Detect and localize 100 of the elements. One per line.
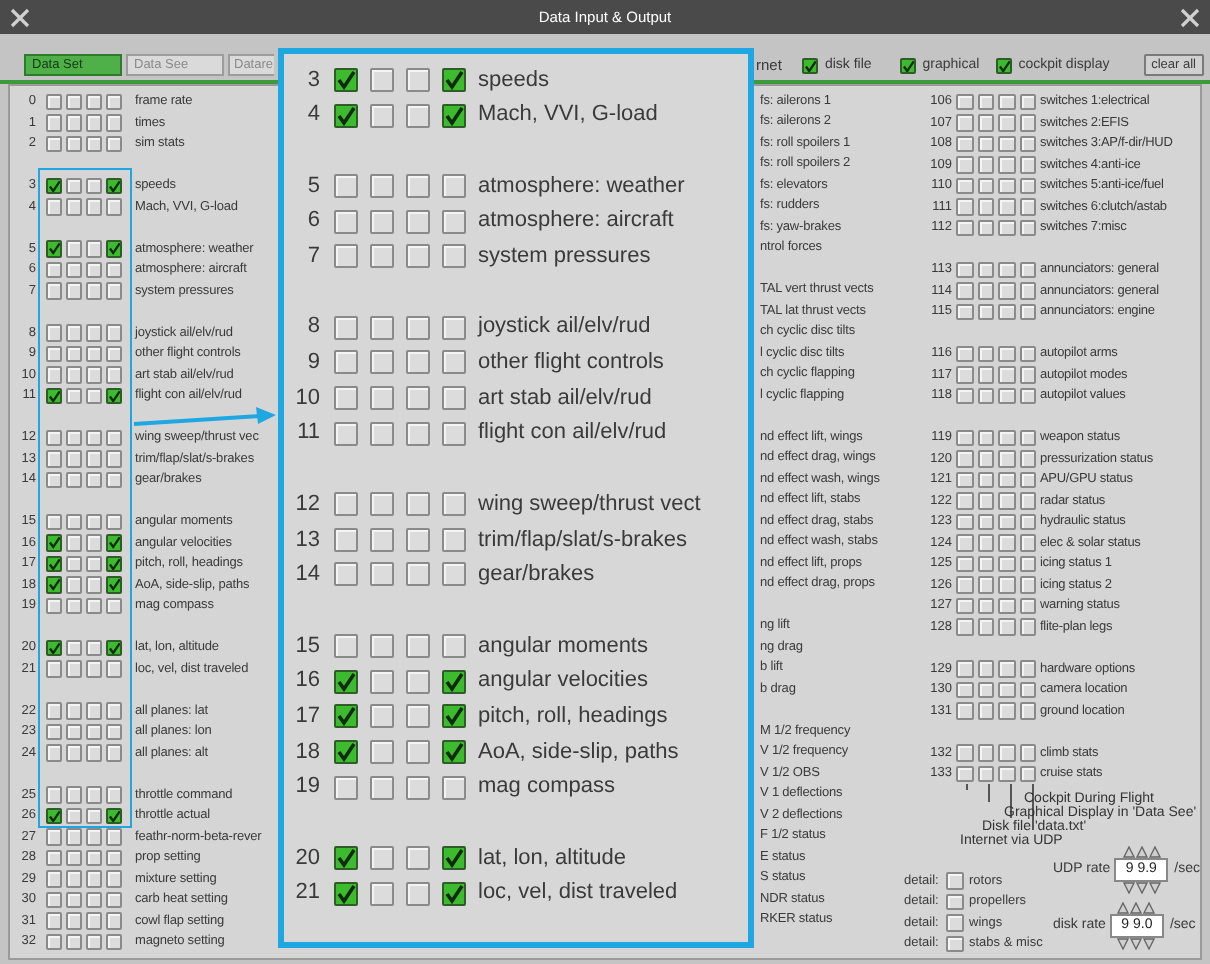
checkbox[interactable] (1019, 555, 1036, 573)
checkbox[interactable] (65, 471, 82, 489)
checkbox[interactable] (45, 135, 62, 153)
checkbox[interactable] (65, 387, 82, 405)
checkbox[interactable] (334, 67, 358, 92)
checkbox[interactable] (85, 555, 102, 573)
checkbox[interactable] (105, 555, 122, 573)
checkbox[interactable] (370, 244, 394, 269)
checkbox[interactable] (998, 198, 1015, 216)
checkbox[interactable] (406, 492, 430, 517)
checkbox[interactable] (65, 597, 82, 615)
checkbox[interactable] (45, 933, 62, 951)
checkbox[interactable] (65, 177, 82, 195)
checkbox[interactable] (65, 429, 82, 447)
checkbox[interactable] (956, 618, 973, 636)
checkbox[interactable] (334, 209, 358, 234)
checkbox[interactable] (442, 775, 466, 800)
checkbox[interactable] (85, 93, 102, 111)
checkbox[interactable] (65, 135, 82, 153)
checkbox[interactable] (85, 366, 102, 384)
checkbox[interactable] (406, 67, 430, 92)
checkbox[interactable] (998, 177, 1015, 195)
checkbox[interactable] (85, 177, 102, 195)
checkbox[interactable] (956, 345, 973, 363)
checkbox[interactable] (334, 669, 358, 694)
checkbox[interactable] (45, 849, 62, 867)
checkbox[interactable] (1019, 744, 1036, 762)
checkbox[interactable] (956, 135, 973, 153)
checkbox[interactable] (105, 324, 122, 342)
checkbox[interactable] (1019, 93, 1036, 111)
checkbox[interactable] (1019, 135, 1036, 153)
checkbox[interactable] (334, 881, 358, 906)
checkbox[interactable] (977, 492, 994, 510)
checkbox[interactable] (1019, 702, 1036, 720)
checkbox[interactable] (105, 177, 122, 195)
checkbox[interactable] (977, 660, 994, 678)
checkbox[interactable] (105, 933, 122, 951)
checkbox[interactable] (105, 366, 122, 384)
checkbox[interactable] (998, 744, 1015, 762)
checkbox[interactable] (998, 303, 1015, 321)
checkbox[interactable] (956, 177, 973, 195)
checkbox[interactable] (956, 156, 973, 174)
up-arrows-icon[interactable] (1121, 846, 1162, 859)
checkbox[interactable] (801, 57, 819, 74)
checkbox[interactable] (956, 534, 973, 552)
checkbox[interactable] (105, 576, 122, 594)
checkbox[interactable] (334, 492, 358, 517)
checkbox[interactable] (1019, 303, 1036, 321)
checkbox[interactable] (442, 845, 466, 870)
checkbox[interactable] (105, 114, 122, 132)
checkbox[interactable] (977, 471, 994, 489)
checkbox[interactable] (998, 492, 1015, 510)
checkbox[interactable] (977, 576, 994, 594)
checkbox[interactable] (442, 103, 466, 128)
checkbox[interactable] (105, 534, 122, 552)
checkbox[interactable] (998, 261, 1015, 279)
checkbox[interactable] (1019, 513, 1036, 531)
checkbox[interactable] (406, 775, 430, 800)
checkbox[interactable] (65, 450, 82, 468)
checkbox[interactable] (977, 345, 994, 363)
checkbox[interactable] (998, 135, 1015, 153)
checkbox[interactable] (105, 387, 122, 405)
checkbox[interactable] (65, 345, 82, 363)
checkbox[interactable] (998, 471, 1015, 489)
checkbox[interactable] (334, 633, 358, 658)
checkbox[interactable] (105, 660, 122, 678)
checkbox[interactable] (977, 366, 994, 384)
checkbox[interactable] (85, 786, 102, 804)
checkbox[interactable] (946, 935, 963, 953)
checkbox[interactable] (105, 93, 122, 111)
checkbox[interactable] (370, 704, 394, 729)
checkbox[interactable] (998, 513, 1015, 531)
checkbox[interactable] (45, 513, 62, 531)
checkbox[interactable] (105, 282, 122, 300)
checkbox[interactable] (977, 156, 994, 174)
checkbox[interactable] (442, 739, 466, 764)
checkbox[interactable] (334, 421, 358, 446)
checkbox[interactable] (45, 429, 62, 447)
checkbox[interactable] (334, 244, 358, 269)
checkbox[interactable] (956, 702, 973, 720)
checkbox[interactable] (105, 198, 122, 216)
checkbox[interactable] (65, 849, 82, 867)
checkbox[interactable] (442, 633, 466, 658)
checkbox[interactable] (105, 639, 122, 657)
checkbox[interactable] (370, 315, 394, 340)
checkbox[interactable] (1019, 366, 1036, 384)
checkbox[interactable] (85, 849, 102, 867)
checkbox[interactable] (406, 421, 430, 446)
checkbox[interactable] (85, 135, 102, 153)
checkbox[interactable] (1019, 198, 1036, 216)
checkbox[interactable] (65, 828, 82, 846)
checkbox[interactable] (85, 702, 102, 720)
checkbox[interactable] (1019, 576, 1036, 594)
checkbox[interactable] (334, 386, 358, 411)
checkbox[interactable] (85, 387, 102, 405)
checkbox[interactable] (998, 387, 1015, 405)
checkbox[interactable] (370, 173, 394, 198)
checkbox[interactable] (956, 429, 973, 447)
checkbox[interactable] (45, 870, 62, 888)
checkbox[interactable] (105, 702, 122, 720)
